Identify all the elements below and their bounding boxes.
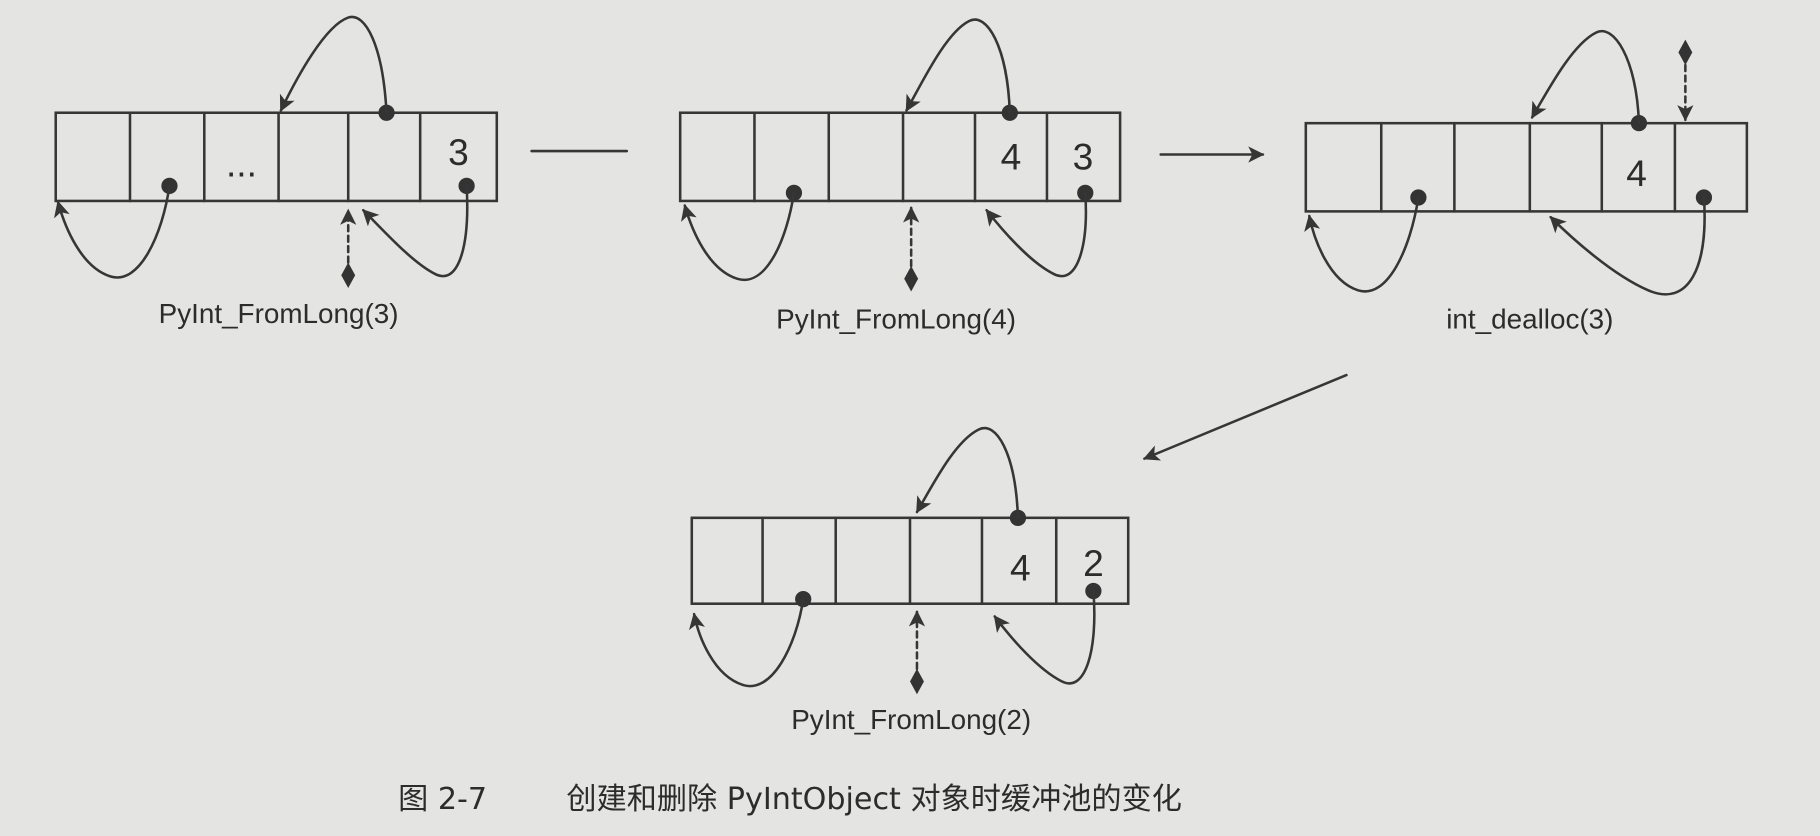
free-list-head-marker — [341, 262, 356, 288]
cell-value: 4 — [1010, 547, 1031, 589]
step-label: PyInt_FromLong(4) — [776, 304, 1016, 335]
free-list-arrow — [362, 184, 469, 278]
free-list-arrow — [54, 184, 171, 279]
diagram-step-2: 4 3 PyInt_FromLong(4) — [678, 18, 1122, 335]
free-list-arrow — [1530, 29, 1641, 125]
cell-value: 3 — [1073, 136, 1094, 178]
free-list-head-marker — [910, 668, 924, 695]
diagram-step-4: 4 2 PyInt_FromLong(2) — [689, 426, 1130, 735]
free-list-arrow — [985, 191, 1088, 278]
diagram-step-1: ... 3 PyInt_FromLong(3) — [54, 15, 499, 329]
pyint-cache-pool-figure: ... 3 PyInt_FromLong(3) 4 3 PyInt_FromLo… — [54, 15, 1749, 817]
free-list-head-marker — [1678, 39, 1693, 66]
free-list-arrow — [681, 191, 796, 282]
cell-value: ... — [226, 143, 257, 185]
step-label: int_dealloc(3) — [1446, 304, 1613, 335]
figure-number: 图 2-7 — [398, 782, 487, 817]
cache-array — [1304, 121, 1749, 213]
cell-value: 2 — [1083, 542, 1104, 584]
cell-value: 4 — [1001, 136, 1022, 178]
free-list-arrow — [905, 18, 1012, 115]
free-list-head-marker — [904, 265, 919, 292]
free-list-arrow — [915, 426, 1020, 520]
cell-value: 3 — [448, 131, 469, 173]
figure-caption: 创建和删除 PyIntObject 对象时缓冲池的变化 — [566, 782, 1181, 817]
diagram-step-3: 4 int_dealloc(3) — [1304, 29, 1749, 335]
step-label: PyInt_FromLong(2) — [791, 704, 1031, 735]
free-list-arrow — [279, 15, 388, 115]
transition-arrow — [1142, 373, 1348, 461]
free-list-arrow — [689, 597, 805, 688]
step-label: PyInt_FromLong(3) — [159, 298, 399, 329]
cache-array — [54, 111, 499, 203]
cache-array — [678, 111, 1122, 203]
cell-value: 4 — [1626, 152, 1647, 194]
